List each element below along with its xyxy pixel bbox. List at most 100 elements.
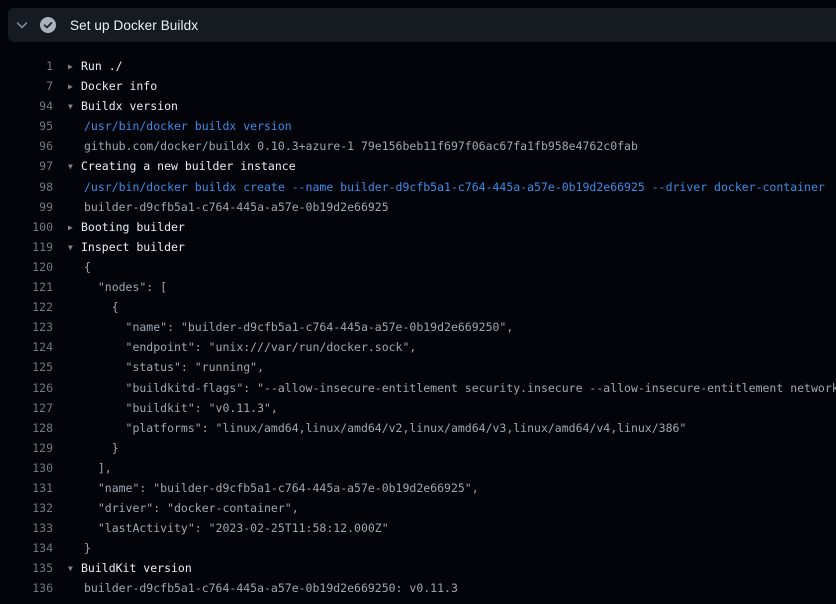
line-number[interactable]: 99 [0,197,53,217]
triangle-down-icon[interactable]: ▼ [68,238,81,257]
line-number[interactable]: 119 [0,237,53,257]
log-line: 124 "endpoint": "unix:///var/run/docker.… [0,337,836,357]
line-number[interactable]: 126 [0,378,53,398]
log-output-text: builder-d9cfb5a1-c764-445a-a57e-0b19d2e6… [68,578,458,598]
log-line: 98/usr/bin/docker buildx create --name b… [0,177,836,197]
log-viewer: 1▶Run ./7▶Docker info94▼Buildx version95… [0,56,836,604]
log-group-title: Booting builder [81,220,185,234]
log-output-text: "name": "builder-d9cfb5a1-c764-445a-a57e… [68,317,513,337]
line-number[interactable]: 135 [0,558,53,578]
log-line: 133 "lastActivity": "2023-02-25T11:58:12… [0,518,836,538]
log-group-title: BuildKit version [81,561,192,575]
log-group-toggle[interactable]: ▶Booting builder [68,217,185,237]
log-line: 1 ▶Run ./ [0,56,836,76]
line-number[interactable]: 7 [0,76,53,96]
line-number[interactable]: 94 [0,96,53,116]
log-line: 95/usr/bin/docker buildx version [0,116,836,136]
log-output-text: "driver": "docker-container", [68,498,299,518]
line-number[interactable]: 125 [0,357,53,377]
line-number[interactable]: 121 [0,277,53,297]
log-line: 136 builder-d9cfb5a1-c764-445a-a57e-0b19d… [0,578,836,598]
log-line: 119 ▼Inspect builder [0,237,836,257]
triangle-right-icon[interactable]: ▶ [68,57,81,76]
log-output-text: } [68,438,119,458]
chevron-down-icon[interactable] [14,17,30,33]
log-line: 130 ], [0,458,836,478]
line-number[interactable]: 120 [0,257,53,277]
line-number[interactable]: 131 [0,478,53,498]
triangle-down-icon[interactable]: ▼ [68,157,81,176]
log-line: 127 "buildkit": "v0.11.3", [0,398,836,418]
log-group-title: Docker info [81,79,157,93]
log-line: 99 builder-d9cfb5a1-c764-445a-a57e-0b19d2… [0,197,836,217]
step-header[interactable]: Set up Docker Buildx [8,8,836,42]
log-output-text: "lastActivity": "2023-02-25T11:58:12.000… [68,518,389,538]
log-output-text: { [68,257,91,277]
log-line: 125 "status": "running", [0,357,836,377]
status-check-icon [40,17,56,33]
log-output-text: "endpoint": "unix:///var/run/docker.sock… [68,337,416,357]
log-output-text: "name": "builder-d9cfb5a1-c764-445a-a57e… [68,478,479,498]
log-line: 120 { [0,257,836,277]
log-line: 134} [0,538,836,558]
log-group-title: Run ./ [81,59,123,73]
triangle-right-icon[interactable]: ▶ [68,218,81,237]
line-number[interactable]: 129 [0,438,53,458]
log-group-toggle[interactable]: ▼Creating a new builder instance [68,156,296,176]
log-line: 129 } [0,438,836,458]
triangle-down-icon[interactable]: ▼ [68,97,81,116]
line-number[interactable]: 122 [0,297,53,317]
log-output-text: "nodes": [ [68,277,167,297]
line-number[interactable]: 95 [0,116,53,136]
log-group-title: Buildx version [81,99,178,113]
log-group-toggle[interactable]: ▶Run ./ [68,56,123,76]
log-line: 132 "driver": "docker-container", [0,498,836,518]
log-output-text: "status": "running", [68,357,264,377]
triangle-down-icon[interactable]: ▼ [68,559,81,578]
line-number[interactable]: 123 [0,317,53,337]
line-number[interactable]: 97 [0,156,53,176]
log-line: 100 ▶Booting builder [0,217,836,237]
log-line: 123 "name": "builder-d9cfb5a1-c764-445a-… [0,317,836,337]
log-group-title: Inspect builder [81,240,185,254]
log-line: 96 github.com/docker/buildx 0.10.3+azure-… [0,136,836,156]
log-command-text: /usr/bin/docker buildx version [68,116,292,136]
line-number[interactable]: 130 [0,458,53,478]
log-line: 135 ▼BuildKit version [0,558,836,578]
line-number[interactable]: 127 [0,398,53,418]
log-line: 126 "buildkitd-flags": "--allow-insecure… [0,378,836,398]
line-number[interactable]: 128 [0,418,53,438]
log-line: 122 { [0,297,836,317]
log-group-toggle[interactable]: ▼BuildKit version [68,558,192,578]
log-line: 131 "name": "builder-d9cfb5a1-c764-445a-… [0,478,836,498]
log-command-text: /usr/bin/docker buildx create --name bui… [68,177,825,197]
log-line: 128 "platforms": "linux/amd64,linux/amd6… [0,418,836,438]
log-output-text: "platforms": "linux/amd64,linux/amd64/v2… [68,418,686,438]
log-group-title: Creating a new builder instance [81,159,296,173]
line-number[interactable]: 132 [0,498,53,518]
step-title: Set up Docker Buildx [70,18,198,33]
line-number[interactable]: 134 [0,538,53,558]
log-output-text: "buildkitd-flags": "--allow-insecure-ent… [68,378,836,398]
log-output-text: } [68,538,91,558]
triangle-right-icon[interactable]: ▶ [68,77,81,96]
log-output-text: builder-d9cfb5a1-c764-445a-a57e-0b19d2e6… [68,197,389,217]
log-group-toggle[interactable]: ▼Inspect builder [68,237,185,257]
log-output-text: ], [68,458,112,478]
log-output-text: github.com/docker/buildx 0.10.3+azure-1 … [68,136,638,156]
log-output-text: { [68,297,119,317]
line-number[interactable]: 1 [0,56,53,76]
log-group-toggle[interactable]: ▼Buildx version [68,96,178,116]
line-number[interactable]: 96 [0,136,53,156]
line-number[interactable]: 100 [0,217,53,237]
log-group-toggle[interactable]: ▶Docker info [68,76,157,96]
log-line: 94 ▼Buildx version [0,96,836,116]
line-number[interactable]: 133 [0,518,53,538]
line-number[interactable]: 124 [0,337,53,357]
log-line: 121 "nodes": [ [0,277,836,297]
log-line: 97 ▼Creating a new builder instance [0,156,836,176]
log-line: 7 ▶Docker info [0,76,836,96]
log-output-text: "buildkit": "v0.11.3", [68,398,278,418]
line-number[interactable]: 98 [0,177,53,197]
line-number[interactable]: 136 [0,578,53,598]
